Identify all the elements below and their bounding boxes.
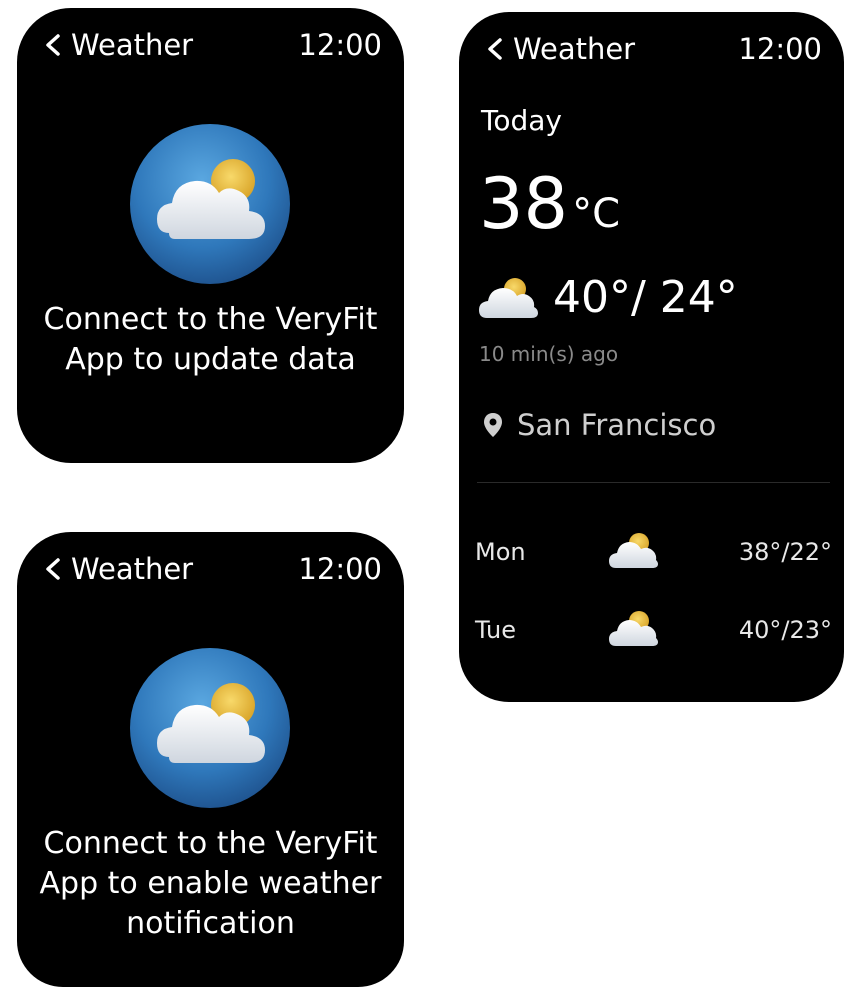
connect-message: Connect to the VeryFit App to update dat… [43, 302, 378, 377]
location-pin-icon [484, 413, 502, 437]
temp-unit: °C [572, 191, 621, 237]
location-name: San Francisco [517, 408, 717, 442]
watch-screen-connect-update: Weather 12:00 Connect to the VeryFit App… [17, 8, 404, 463]
location-row: San Francisco [483, 408, 716, 442]
cloud-sun-icon [609, 611, 658, 646]
cloud-sun-icon [129, 123, 291, 285]
top-bar: Weather 12:00 [17, 28, 404, 68]
updated-time: 10 min(s) ago [479, 342, 619, 366]
divider [477, 482, 830, 483]
current-temp-value: 38 [479, 163, 569, 245]
clock: 12:00 [738, 32, 822, 66]
cloud-sun-icon [479, 278, 538, 318]
watch-screen-weather-detail: Weather 12:00 Today 38 °C 40°/ 24° 10 mi… [459, 12, 844, 702]
forecast-high-low: 38°/22° [738, 538, 832, 566]
back-button[interactable]: Weather [41, 28, 193, 62]
chevron-left-icon [488, 38, 502, 60]
forecast-row: Tue 40°/23° [475, 608, 832, 652]
top-bar: Weather 12:00 [17, 552, 404, 592]
back-label: Weather [513, 32, 636, 66]
chevron-left-icon [46, 34, 60, 56]
today-label: Today [481, 104, 562, 137]
connect-message: Connect to the VeryFit App to enable wea… [39, 826, 382, 941]
cloud-sun-icon [129, 647, 291, 809]
current-temperature: 38 °C [479, 162, 620, 246]
forecast-day: Tue [475, 616, 516, 644]
top-bar: Weather 12:00 [459, 32, 844, 72]
forecast-row: Mon 38°/22° [475, 530, 832, 574]
chevron-left-icon [46, 558, 60, 580]
watch-screen-connect-enable: Weather 12:00 Connect to the VeryFit App… [17, 532, 404, 987]
high-low-row: 40°/ 24° [477, 270, 738, 326]
forecast-day: Mon [475, 538, 526, 566]
cloud-sun-icon [609, 533, 658, 568]
back-button[interactable]: Weather [483, 32, 635, 66]
back-label: Weather [71, 28, 194, 62]
high-low-value: 40°/ 24° [553, 272, 738, 323]
back-label: Weather [71, 552, 194, 586]
back-button[interactable]: Weather [41, 552, 193, 586]
clock: 12:00 [298, 552, 382, 586]
forecast-high-low: 40°/23° [738, 616, 832, 644]
clock: 12:00 [298, 28, 382, 62]
